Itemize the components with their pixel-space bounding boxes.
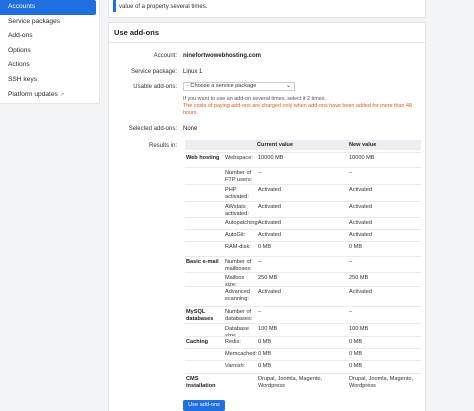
table-cell-current: – bbox=[258, 309, 262, 315]
addon-cost-warning: The costs of paying add-ons are charged … bbox=[183, 103, 412, 116]
table-row-divider bbox=[185, 348, 421, 349]
sidebar-item-ssh-keys[interactable]: SSH keys bbox=[0, 73, 99, 88]
table-row-divider bbox=[185, 336, 421, 337]
table-cell-current: 0 MB bbox=[258, 363, 272, 369]
table-cell-new: – bbox=[349, 170, 353, 176]
table-cell-current: Activated bbox=[258, 232, 282, 238]
table-row-label: Memcached: bbox=[225, 351, 258, 357]
header-new-value: New value bbox=[349, 142, 377, 148]
account-value: ninefortwowebhosting.com bbox=[183, 53, 261, 59]
notice-text: value of a property several times. bbox=[119, 4, 208, 10]
table-cell-new: 250 MB bbox=[349, 275, 369, 281]
table-category: Basic e-mail bbox=[186, 259, 219, 265]
table-row-divider bbox=[185, 256, 421, 257]
table-row-label: PHP activated: bbox=[225, 187, 249, 200]
table-row-label: Number of mailboxes: bbox=[225, 259, 252, 272]
sidebar-item-platform-updates[interactable]: Platform updates ↗ bbox=[0, 88, 99, 103]
table-row-divider bbox=[185, 217, 421, 218]
sidebar-item-label: Platform updates bbox=[8, 90, 58, 98]
service-package-value: Linux 1 bbox=[183, 69, 203, 75]
table-row-divider bbox=[185, 201, 421, 202]
account-label: Account: bbox=[153, 53, 177, 59]
table-cell-new: 0 MB bbox=[349, 351, 363, 357]
notice-accent-bar bbox=[113, 0, 116, 12]
table-row-label: RAM-disk: bbox=[225, 244, 251, 250]
results-table-header: Current value New value bbox=[185, 140, 421, 150]
table-cell-current: 0 MB bbox=[258, 351, 272, 357]
use-addons-button[interactable]: Use add-ons bbox=[183, 400, 225, 411]
table-cell-new: 0 MB bbox=[349, 363, 363, 369]
table-cell-new: Activated bbox=[349, 220, 373, 226]
table-cell-new: 0 MB bbox=[349, 244, 363, 250]
header-current-value: Current value bbox=[257, 142, 294, 148]
table-row-label: Redis: bbox=[225, 339, 241, 345]
table-cell-current: 100 MB bbox=[258, 326, 278, 332]
table-row-label: AWstats activated: bbox=[225, 204, 249, 217]
usable-addons-select[interactable]: - Choose a service package ⌄ bbox=[183, 82, 295, 91]
table-row-divider bbox=[185, 184, 421, 185]
table-row-divider bbox=[185, 241, 421, 242]
table-cell-current: – bbox=[258, 170, 262, 176]
sidebar-item-accounts[interactable]: Accounts bbox=[0, 0, 96, 15]
table-row-label: Number of databases: bbox=[225, 309, 253, 322]
table-row-divider bbox=[185, 373, 421, 374]
table-cell-new: Activated bbox=[349, 232, 373, 238]
use-addons-card: Use add-ons Account: ninefortwowebhostin… bbox=[108, 22, 426, 411]
table-cell-current: 0 MB bbox=[258, 244, 272, 250]
table-row-divider bbox=[185, 272, 421, 273]
table-cell-new: 0 MB bbox=[349, 339, 363, 345]
table-row-label: AutoGit: bbox=[225, 232, 246, 238]
sidebar-nav: Accounts Service packages Add-ons Option… bbox=[0, 0, 100, 104]
table-cell-new: 100 MB bbox=[349, 326, 369, 332]
results-label: Results in: bbox=[148, 143, 177, 149]
sidebar-item-service-packages[interactable]: Service packages bbox=[0, 15, 99, 30]
table-row-label: Webspace: bbox=[225, 155, 253, 161]
table-row-label: Advanced scanning: bbox=[225, 289, 250, 302]
table-category: Caching bbox=[186, 339, 209, 345]
table-cell-current: Activated bbox=[258, 187, 282, 193]
table-cell-new: 10000 MB bbox=[349, 155, 375, 161]
chevron-down-icon: ⌄ bbox=[285, 83, 291, 89]
table-row-divider bbox=[185, 229, 421, 230]
usable-addons-label: Usable add-ons: bbox=[133, 84, 177, 90]
table-cell-current: 10000 MB bbox=[258, 155, 284, 161]
selected-addons-label: Selected add-ons: bbox=[128, 126, 177, 132]
table-cell-current: Activated bbox=[258, 204, 282, 210]
table-row-divider bbox=[185, 286, 421, 287]
table-row-label: Database size: bbox=[225, 326, 249, 339]
table-cell-new: Drupal, Joomla, Magento, Wordpress bbox=[349, 376, 414, 389]
table-cell-current: Drupal, Joomla, Magento, Wordpress bbox=[258, 376, 323, 389]
table-cell-new: Activated bbox=[349, 187, 373, 193]
card-title: Use add-ons bbox=[109, 23, 425, 43]
info-notice: value of a property several times. bbox=[108, 0, 426, 18]
table-category: Web hosting bbox=[186, 155, 220, 161]
table-cell-current: 250 MB bbox=[258, 275, 278, 281]
table-row-divider bbox=[185, 152, 421, 153]
table-cell-new: – bbox=[349, 309, 353, 315]
addon-hint: If you want to use an add-on several tim… bbox=[183, 96, 326, 102]
table-cell-current: Activated bbox=[258, 220, 282, 226]
table-cell-new: – bbox=[349, 259, 353, 265]
sidebar-item-options[interactable]: Options bbox=[0, 44, 99, 59]
external-link-icon: ↗ bbox=[59, 91, 65, 98]
table-cell-new: Activated bbox=[349, 204, 373, 210]
table-row-label: Varnish: bbox=[225, 363, 246, 369]
table-row-label: Autopatching: bbox=[225, 220, 260, 226]
table-cell-current: – bbox=[258, 259, 262, 265]
table-row-divider bbox=[185, 360, 421, 361]
select-value: - Choose a service package bbox=[187, 83, 257, 89]
table-cell-new: Activated bbox=[349, 289, 373, 295]
sidebar-item-add-ons[interactable]: Add-ons bbox=[0, 29, 99, 44]
table-row-label: Number of FTP users: bbox=[225, 170, 253, 183]
table-row-divider bbox=[185, 167, 421, 168]
table-row-divider bbox=[185, 306, 421, 307]
sidebar-item-actions[interactable]: Actions bbox=[0, 58, 99, 73]
table-category: CMS installation bbox=[186, 376, 216, 389]
table-cell-current: Activated bbox=[258, 289, 282, 295]
table-cell-current: 0 MB bbox=[258, 339, 272, 345]
selected-addons-value: None bbox=[183, 126, 198, 132]
service-package-label: Service package: bbox=[130, 69, 177, 75]
table-row-divider bbox=[185, 323, 421, 324]
table-category: MySQL databases bbox=[186, 309, 214, 322]
